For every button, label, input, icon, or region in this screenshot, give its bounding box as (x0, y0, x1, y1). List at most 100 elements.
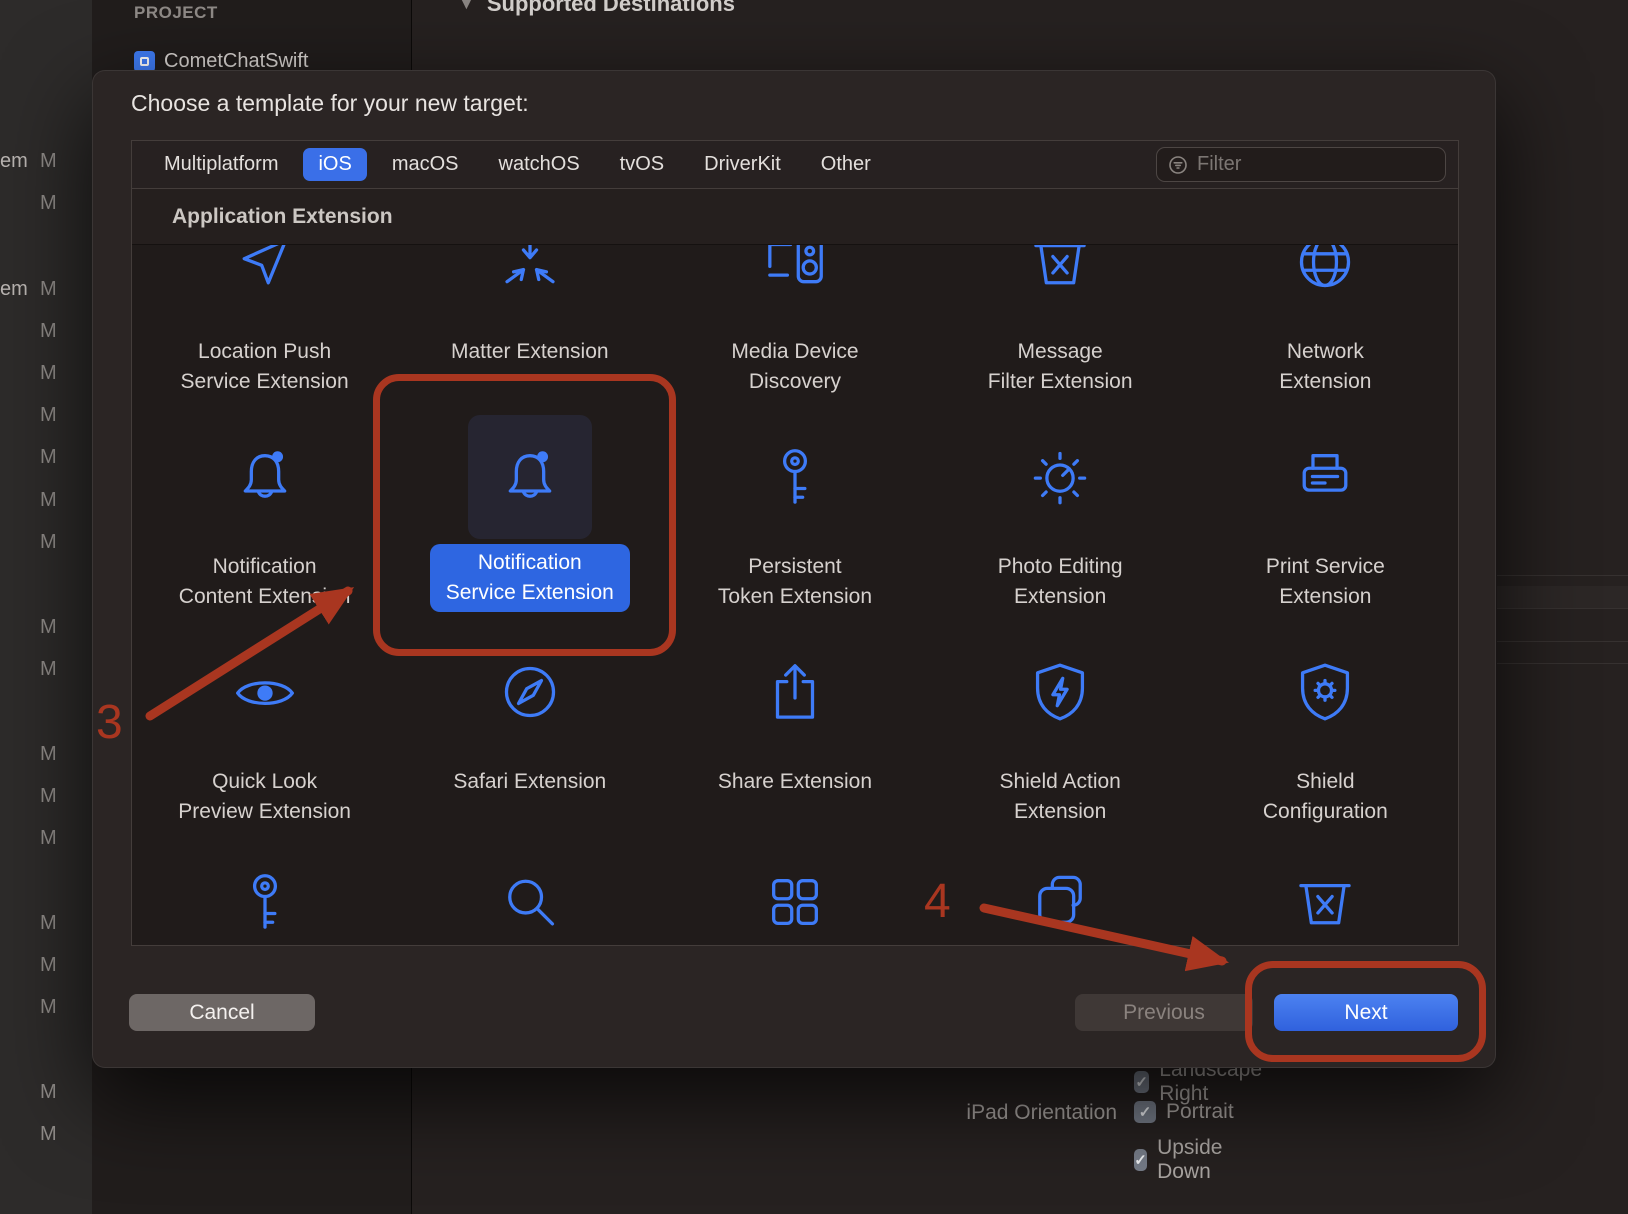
template-label: Shield Configuration (1262, 770, 1388, 823)
modified-mark: M (40, 1123, 57, 1145)
background-table-line (1497, 575, 1628, 576)
gutter-row: M (0, 954, 92, 978)
gutter-text: em (0, 150, 28, 172)
template-icon-wrap (230, 657, 300, 727)
template-network-extension[interactable]: Network Extension (1193, 245, 1458, 442)
template-icon-wrap (760, 657, 830, 727)
template-photo-editing-extension[interactable]: Photo Editing Extension (928, 442, 1193, 657)
template-label: Shield Action Extension (999, 770, 1121, 823)
template-app-grid-icon[interactable] (662, 867, 927, 945)
disclosure-chevron-icon[interactable]: ▼ (458, 0, 475, 14)
gutter-row: M (0, 785, 92, 809)
checkbox-label: Upside Down (1157, 1136, 1223, 1183)
modified-mark: M (40, 446, 57, 468)
tab-driverkit[interactable]: DriverKit (704, 148, 781, 181)
previous-button[interactable]: Previous (1075, 994, 1253, 1031)
checkbox-checked-icon[interactable]: ✓ (1134, 1071, 1150, 1093)
template-grid-row (132, 867, 1458, 945)
template-sticker-icon[interactable] (928, 867, 1193, 945)
modified-mark: M (40, 489, 57, 511)
template-basket-x-icon[interactable] (1193, 867, 1458, 945)
template-shield-configuration[interactable]: Shield Configuration (1193, 657, 1458, 872)
template-label: Location Push Service Extension (180, 340, 349, 393)
tab-ios[interactable]: iOS (303, 148, 367, 181)
template-search-icon[interactable] (397, 867, 662, 945)
template-chooser: Multiplatform iOS macOS watchOS tvOS DriverKi… (131, 140, 1459, 946)
cancel-button[interactable]: Cancel (129, 994, 315, 1031)
filter-input[interactable] (1197, 153, 1434, 176)
template-media-device-discovery[interactable]: Media Device Discovery (662, 245, 927, 442)
template-print-service-extension[interactable]: Print Service Extension (1193, 442, 1458, 657)
template-tabs: Multiplatform iOS macOS watchOS tvOS DriverKi… (132, 141, 1458, 189)
xcode-window: em M Mem M M M M M M M M M M M M M M M M M PROJECT CometCha… (0, 0, 1628, 1214)
template-label: Notification Content Extension (178, 555, 351, 608)
sheet-title: Choose a template for your new target: (131, 90, 529, 116)
eye-icon (235, 681, 294, 705)
tab-tvos[interactable]: tvOS (620, 148, 664, 181)
template-icon-wrap (1290, 657, 1360, 727)
template-key-icon[interactable] (132, 867, 397, 945)
annotation-step-4: 4 (924, 875, 951, 928)
checkbox-checked-icon[interactable]: ✓ (1134, 1149, 1148, 1171)
gutter-row: M (0, 404, 92, 428)
template-icon-wrap (760, 442, 830, 512)
orientation-option-portrait: ✓ Portrait (1134, 1100, 1234, 1124)
modified-mark: M (40, 827, 57, 849)
gutter-row: M (0, 996, 92, 1020)
new-target-sheet: Choose a template for your new target: M… (92, 70, 1496, 1068)
template-safari-extension[interactable]: Safari Extension (397, 657, 662, 872)
tab-multiplatform[interactable]: Multiplatform (164, 148, 278, 181)
app-target-icon (134, 51, 155, 72)
supported-destinations-header: ▼ Supported Destinations (458, 0, 735, 17)
tab-other[interactable]: Other (821, 148, 871, 181)
template-shield-action-extension[interactable]: Shield Action Extension (928, 657, 1193, 872)
sticker-icon (1038, 875, 1083, 924)
template-label: Quick Look Preview Extension (178, 770, 351, 823)
printer-icon (1302, 454, 1348, 492)
tab-watchos[interactable]: watchOS (499, 148, 580, 181)
background-table-line (1497, 608, 1628, 609)
gutter-row: M (0, 489, 92, 513)
key-icon (782, 449, 807, 504)
template-location-push-service-extension[interactable]: Location Push Service Extension (132, 245, 397, 442)
gutter-row: em M (0, 278, 92, 302)
template-persistent-token-extension[interactable]: Persistent Token Extension (662, 442, 927, 657)
gutter-row: M (0, 658, 92, 682)
modified-mark: M (40, 785, 57, 807)
checkbox-checked-icon[interactable]: ✓ (1134, 1101, 1156, 1123)
gutter-row: M (0, 743, 92, 767)
gutter-row: M (0, 446, 92, 470)
template-grid-row: Location Push Service Extension Matter Ext… (132, 245, 1458, 442)
annotation-box-template (373, 374, 676, 656)
background-table-line (1497, 641, 1628, 642)
gutter-row: em M (0, 150, 92, 174)
modified-mark: M (40, 362, 57, 384)
shield-bolt-icon (1036, 663, 1085, 721)
gutter-row: M (0, 912, 92, 936)
filter-icon (1169, 155, 1187, 174)
location-arrow-icon (242, 245, 286, 285)
template-message-filter-extension[interactable]: Message Filter Extension (928, 245, 1193, 442)
filter-field[interactable] (1156, 147, 1446, 182)
modified-mark: M (40, 1081, 57, 1103)
template-icon-wrap (1025, 245, 1095, 297)
template-label: Persistent Token Extension (717, 555, 873, 608)
template-icon-wrap (760, 245, 830, 297)
template-label: Media Device Discovery (731, 340, 859, 393)
modified-mark: M (40, 320, 57, 342)
tab-macos[interactable]: macOS (392, 148, 459, 181)
share-icon (775, 664, 815, 719)
section-header: Application Extension (132, 189, 1458, 245)
modified-mark: M (40, 404, 57, 426)
gutter-row: M (0, 827, 92, 851)
project-section-label: PROJECT (134, 3, 218, 22)
gutter-row: M (0, 362, 92, 386)
safari-compass-icon (504, 666, 555, 718)
template-notification-content-extension[interactable]: Notification Content Extension (132, 442, 397, 657)
modified-mark: M (40, 954, 57, 976)
template-icon-wrap (230, 245, 300, 297)
template-icon-wrap (230, 442, 300, 512)
template-share-extension[interactable]: Share Extension (662, 657, 927, 872)
template-quick-look-preview-extension[interactable]: Quick Look Preview Extension (132, 657, 397, 872)
template-icon-wrap (495, 245, 565, 297)
